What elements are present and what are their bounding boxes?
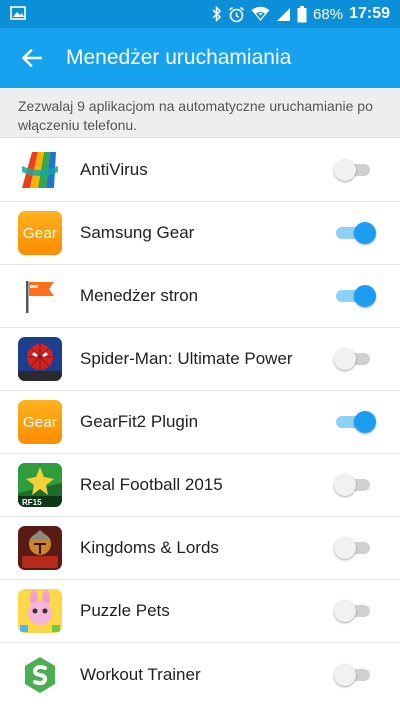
football-icon-text: RF15: [22, 498, 42, 507]
app-name: Kingdoms & Lords: [80, 538, 219, 557]
autostart-toggle[interactable]: [334, 221, 376, 245]
bluetooth-icon: [212, 6, 222, 22]
page-title: Menedżer uruchamiania: [66, 46, 292, 69]
list-item-workout-trainer[interactable]: Workout Trainer: [0, 643, 400, 706]
autostart-toggle[interactable]: [334, 410, 376, 434]
app-name: Puzzle Pets: [80, 601, 170, 620]
list-item-real-football[interactable]: RF15 Real Football 2015: [0, 454, 400, 517]
list-item-kingdoms-lords[interactable]: Kingdoms & Lords: [0, 517, 400, 580]
app-name: Spider-Man: Ultimate Power: [80, 349, 293, 368]
autostart-toggle[interactable]: [334, 347, 376, 371]
avg-antivirus-icon: [18, 148, 62, 192]
kingdoms-icon: [18, 526, 62, 570]
signal-icon: [277, 7, 291, 21]
status-bar: 68% 17:59: [0, 0, 400, 28]
autostart-toggle[interactable]: [334, 536, 376, 560]
app-name: Real Football 2015: [80, 475, 223, 494]
autostart-toggle[interactable]: [334, 599, 376, 623]
wifi-icon: [251, 6, 270, 21]
list-item-gearfit2-plugin[interactable]: Gear GearFit2 Plugin: [0, 391, 400, 454]
list-item-samsung-gear[interactable]: Gear Samsung Gear: [0, 202, 400, 265]
gear-app-icon: Gear: [18, 400, 62, 444]
app-name: AntiVirus: [80, 160, 148, 179]
list-item-spiderman[interactable]: Spider-Man: Ultimate Power: [0, 328, 400, 391]
gear-app-icon: Gear: [18, 211, 62, 255]
spiderman-icon: [18, 337, 62, 381]
battery-icon: [297, 5, 307, 22]
image-icon: [10, 6, 26, 20]
list-item-antivirus[interactable]: AntiVirus: [0, 139, 400, 202]
app-name: Menedżer stron: [80, 286, 199, 305]
autostart-toggle[interactable]: [334, 284, 376, 308]
app-name: Samsung Gear: [80, 223, 195, 242]
clock: 17:59: [349, 5, 390, 22]
autostart-toggle[interactable]: [334, 473, 376, 497]
puzzle-pets-icon: [18, 589, 62, 633]
autostart-toggle[interactable]: [334, 158, 376, 182]
battery-percent: 68%: [313, 5, 344, 23]
arrow-left-icon: [22, 49, 42, 67]
description-text: Zezwalaj 9 aplikacjom na automatyczne ur…: [0, 88, 400, 138]
flag-icon: [18, 274, 62, 318]
app-name: GearFit2 Plugin: [80, 412, 199, 431]
status-icons: 68% 17:59: [212, 0, 390, 28]
app-bar: Menedżer uruchamiania: [0, 28, 400, 88]
alarm-icon: [229, 6, 245, 22]
football-icon: RF15: [18, 463, 62, 507]
list-item-page-manager[interactable]: Menedżer stron: [0, 265, 400, 328]
autostart-toggle[interactable]: [334, 663, 376, 687]
app-list: AntiVirus Gear Samsung Gear Menedżer str…: [0, 139, 400, 706]
list-item-puzzle-pets[interactable]: Puzzle Pets: [0, 580, 400, 643]
back-button[interactable]: [4, 28, 60, 88]
app-name: Workout Trainer: [80, 664, 201, 684]
workout-trainer-icon: [18, 652, 62, 697]
